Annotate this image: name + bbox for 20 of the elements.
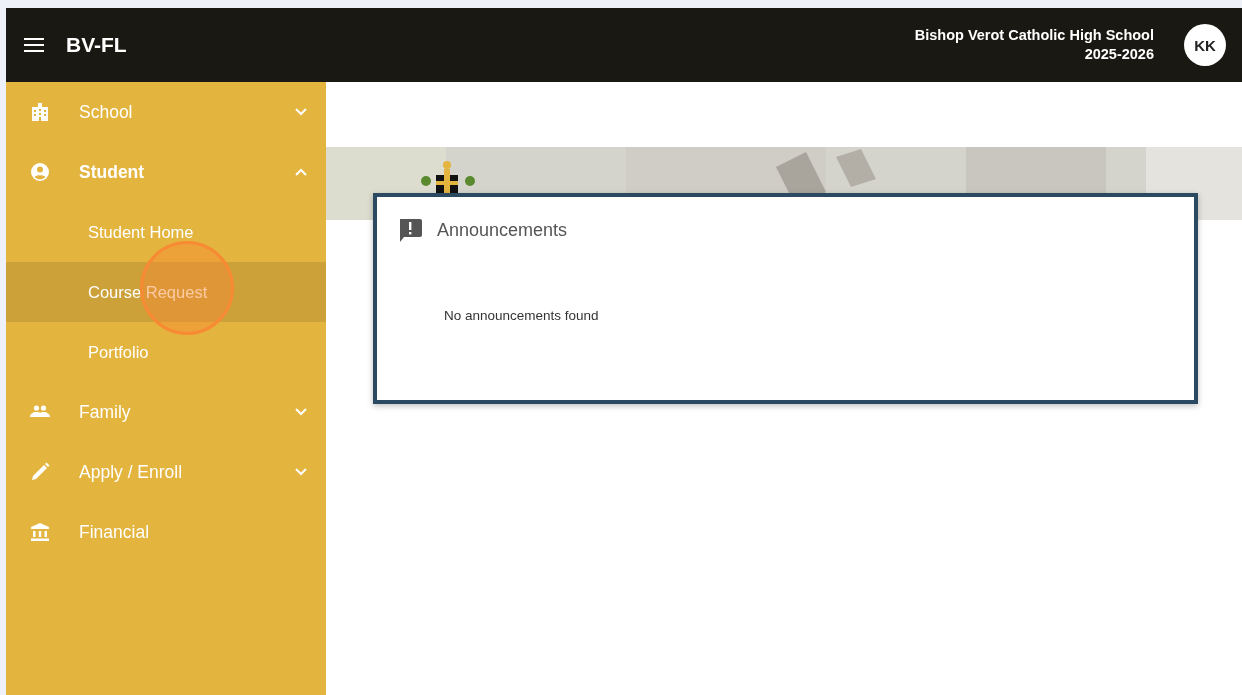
user-avatar[interactable]: KK bbox=[1184, 24, 1226, 66]
sidebar-item[interactable]: Apply / Enroll bbox=[6, 442, 326, 502]
building-icon bbox=[30, 102, 50, 122]
school-year: 2025-2026 bbox=[1083, 45, 1154, 64]
user-circle-icon bbox=[30, 162, 50, 182]
sidebar-item[interactable]: Student bbox=[6, 142, 326, 202]
app-title: BV-FL bbox=[66, 33, 127, 57]
school-name: Bishop Verot Catholic High School bbox=[914, 26, 1154, 45]
card-title: Announcements bbox=[437, 219, 568, 241]
sidebar-item[interactable]: School bbox=[6, 82, 326, 142]
sidebar-subitem[interactable]: Portfolio bbox=[6, 322, 326, 382]
sidebar-item[interactable]: Financial bbox=[6, 502, 326, 562]
sidebar-subitem[interactable]: Student Home bbox=[6, 202, 326, 262]
sidebar-subitem[interactable]: Course Request bbox=[6, 262, 326, 322]
menu-icon[interactable] bbox=[24, 37, 44, 53]
bank-icon bbox=[30, 522, 50, 542]
empty-message: No announcements found bbox=[444, 308, 600, 323]
pencil-icon bbox=[30, 462, 50, 482]
alert-message-icon bbox=[397, 217, 423, 243]
sidebar-item[interactable]: Family bbox=[6, 382, 326, 442]
